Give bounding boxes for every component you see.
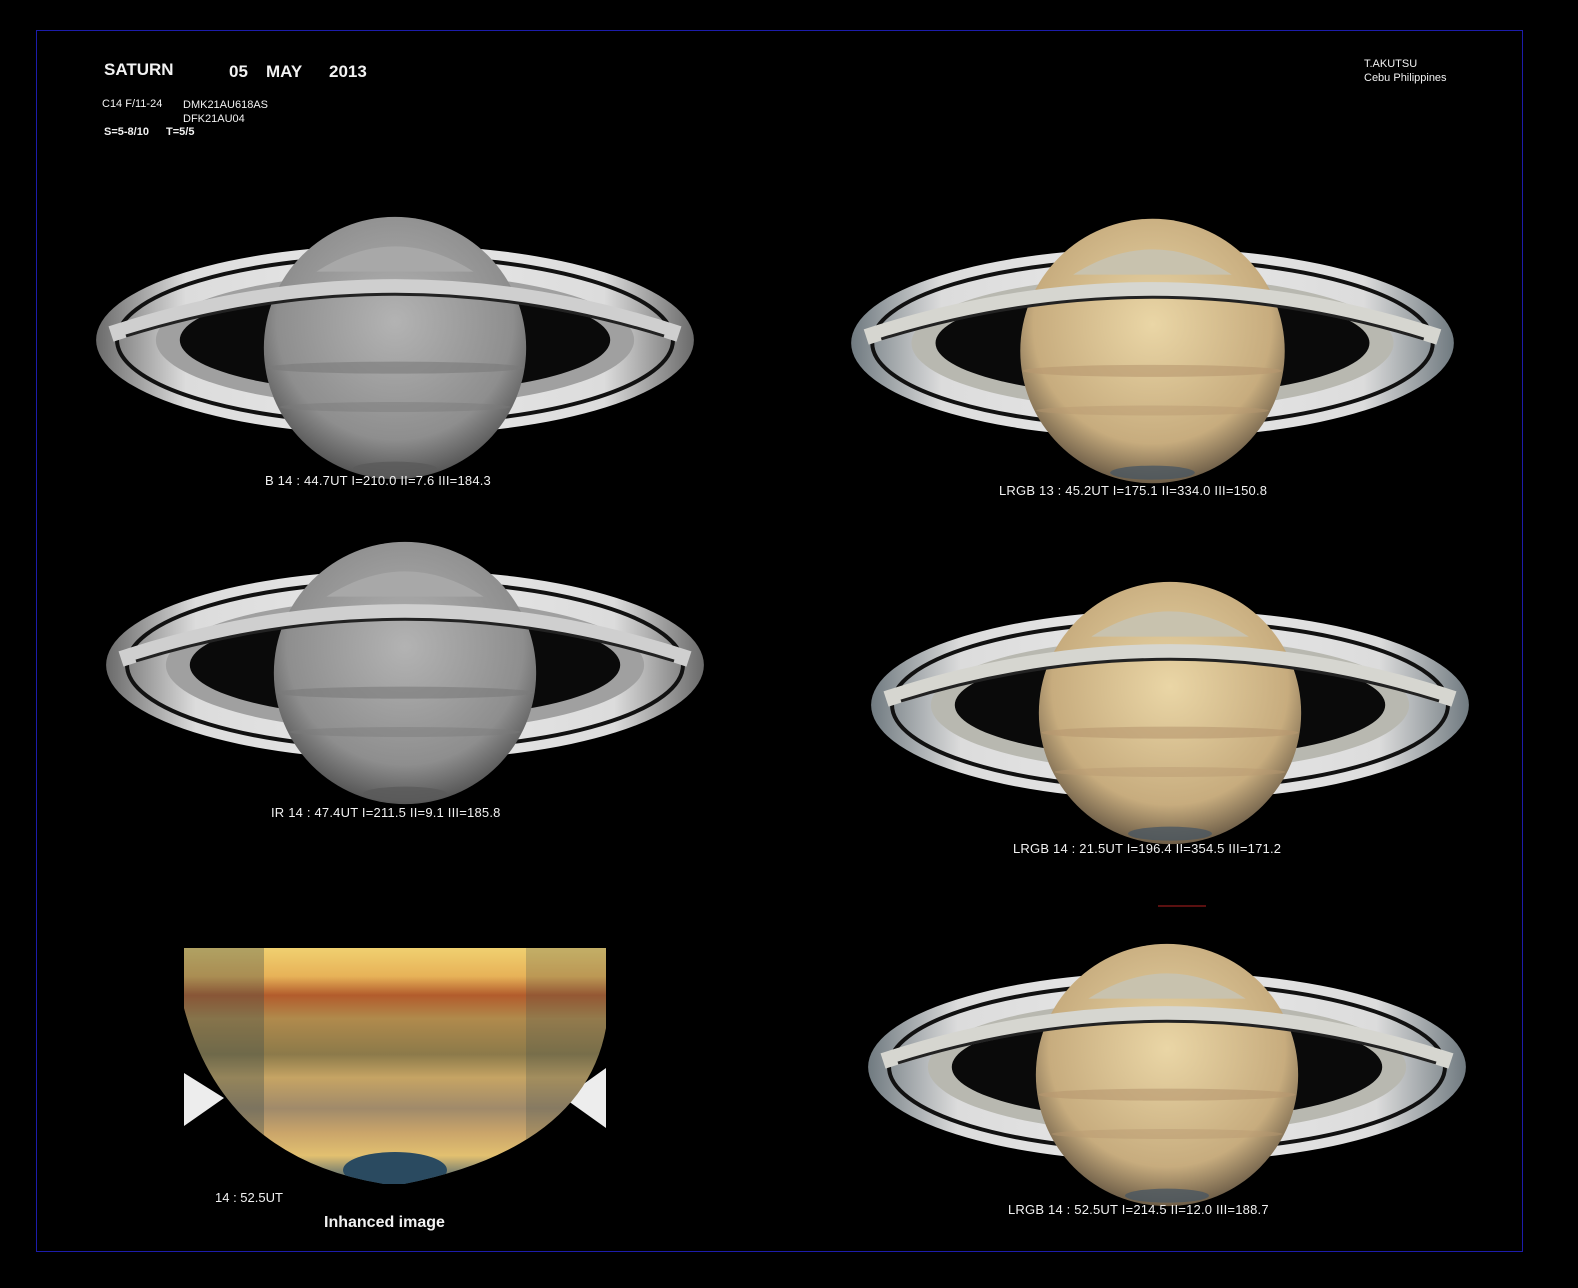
polar-hexagon [1125,1188,1209,1203]
belt [1036,405,1269,416]
caption-b: B 14 : 44.7UT I=210.0 II=7.6 III=184.3 [265,473,491,488]
telescope-info: C14 F/11-24 [102,98,163,110]
polar-hexagon [1128,826,1212,841]
belt [276,686,534,699]
camera-2: DFK21AU04 [183,113,245,125]
transparency: T=5/5 [166,126,195,138]
location: Cebu Philippines [1364,72,1447,84]
polar-hexagon [363,786,447,801]
belt [1022,364,1283,377]
belt [279,402,511,413]
enhanced-label: Inhanced image [324,1214,445,1231]
caption-lrgb-1: LRGB 13 : 45.2UT I=175.1 II=334.0 III=15… [999,483,1268,498]
belt [1038,1088,1296,1101]
date-day: 05 [229,62,248,81]
saturn-composite: SATURN 05 MAY 2013 C14 F/11-24 DMK21AU61… [0,0,1578,1288]
saturn-image-ir [106,541,704,805]
date-month: MAY [266,62,303,81]
belt [1051,1129,1283,1140]
belt [289,727,521,738]
stray-mark [1158,905,1206,907]
caption-ir: IR 14 : 47.4UT I=211.5 II=9.1 III=185.8 [271,805,501,820]
enhanced-time: 14 : 52.5UT [215,1190,283,1205]
saturn-image-b [96,216,694,480]
seeing: S=5-8/10 [104,126,149,138]
caption-lrgb-3: LRGB 14 : 52.5UT I=214.5 II=12.0 III=188… [1008,1202,1269,1217]
saturn-image-lrgb-2 [871,581,1469,845]
belt [266,361,524,374]
belt [1041,726,1299,739]
author: T.AKUTSU [1364,58,1418,70]
belt [1054,767,1286,778]
object-title: SATURN [104,60,174,79]
caption-lrgb-2: LRGB 14 : 21.5UT I=196.4 II=354.5 III=17… [1013,841,1282,856]
enhanced-image [184,948,606,1184]
polar-hexagon [1110,465,1195,480]
camera-1: DMK21AU618AS [183,99,268,111]
saturn-image-lrgb-3 [868,943,1466,1207]
date-year: 2013 [329,62,367,81]
saturn-image-lrgb-1 [851,218,1454,484]
